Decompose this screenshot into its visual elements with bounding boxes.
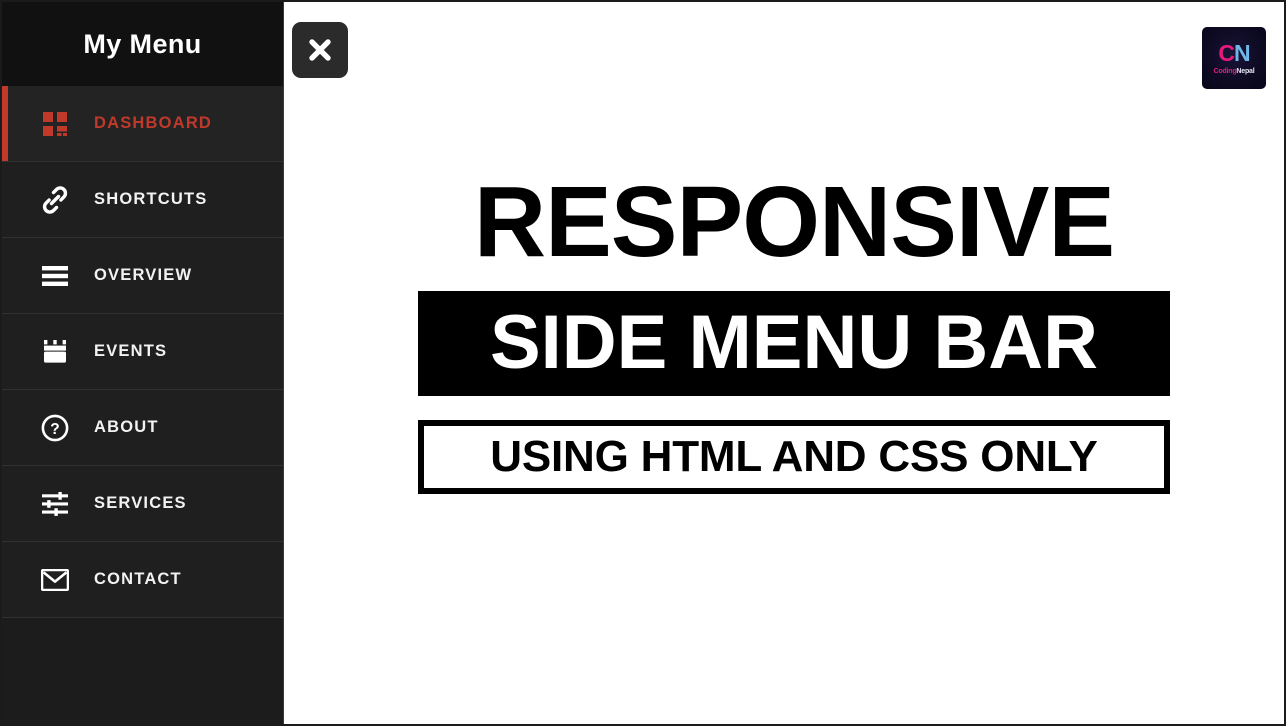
sidebar-item-label: ABOUT: [94, 418, 159, 436]
heading-line-3: USING HTML AND CSS ONLY: [418, 419, 1170, 495]
sidebar-item-label: OVERVIEW: [94, 266, 193, 284]
heading-line-1: RESPONSIVE: [473, 166, 1115, 278]
sidebar-item-label: CONTACT: [94, 570, 182, 588]
bars-icon: [40, 261, 70, 291]
hero-heading-group: RESPONSIVE SIDE MENU BAR USING HTML AND …: [418, 166, 1170, 495]
sidebar-item-dashboard[interactable]: DASHBOARD: [2, 86, 283, 162]
link-icon: [40, 185, 70, 215]
sidebar-item-events[interactable]: EVENTS: [2, 314, 283, 390]
logo-mark-n: N: [1234, 39, 1251, 66]
page-root: My Menu DASHBOARD SHORTCUTS OVERVIEW EVE…: [0, 0, 1286, 726]
logo-word-primary: Coding: [1213, 67, 1237, 75]
sliders-icon: [40, 489, 70, 519]
calendar-icon: [40, 337, 70, 367]
sidebar-item-services[interactable]: SERVICES: [2, 466, 283, 542]
grid-icon: [40, 109, 70, 139]
menu-title: My Menu: [83, 28, 202, 59]
logo-mark-c: C: [1218, 39, 1235, 66]
sidebar-header: My Menu: [2, 2, 283, 86]
logo-wordmark: CodingNepal: [1214, 68, 1255, 75]
close-icon: [307, 37, 333, 63]
sidebar-item-label: DASHBOARD: [94, 114, 213, 132]
close-menu-button[interactable]: [292, 22, 348, 78]
logo-mark: CN: [1218, 39, 1251, 66]
sidebar-menu-list: DASHBOARD SHORTCUTS OVERVIEW EVENTS ? AB…: [2, 86, 283, 618]
sidebar-empty-area: [2, 618, 283, 724]
brand-logo: CN CodingNepal: [1202, 27, 1266, 89]
sidebar-item-contact[interactable]: CONTACT: [2, 542, 283, 618]
sidebar-item-about[interactable]: ? ABOUT: [2, 390, 283, 466]
sidebar-item-label: SERVICES: [94, 494, 187, 512]
sidebar-item-shortcuts[interactable]: SHORTCUTS: [2, 162, 283, 238]
sidebar-item-overview[interactable]: OVERVIEW: [2, 238, 283, 314]
sidebar-item-label: EVENTS: [94, 342, 168, 360]
sidebar-item-label: SHORTCUTS: [94, 190, 208, 208]
heading-line-2: SIDE MENU BAR: [418, 291, 1170, 396]
question-circle-icon: ?: [40, 413, 70, 443]
main-content: RESPONSIVE SIDE MENU BAR USING HTML AND …: [284, 2, 1284, 724]
logo-word-secondary: Nepal: [1236, 67, 1255, 75]
envelope-icon: [40, 565, 70, 595]
sidebar: My Menu DASHBOARD SHORTCUTS OVERVIEW EVE…: [2, 2, 284, 724]
svg-text:?: ?: [50, 421, 59, 438]
